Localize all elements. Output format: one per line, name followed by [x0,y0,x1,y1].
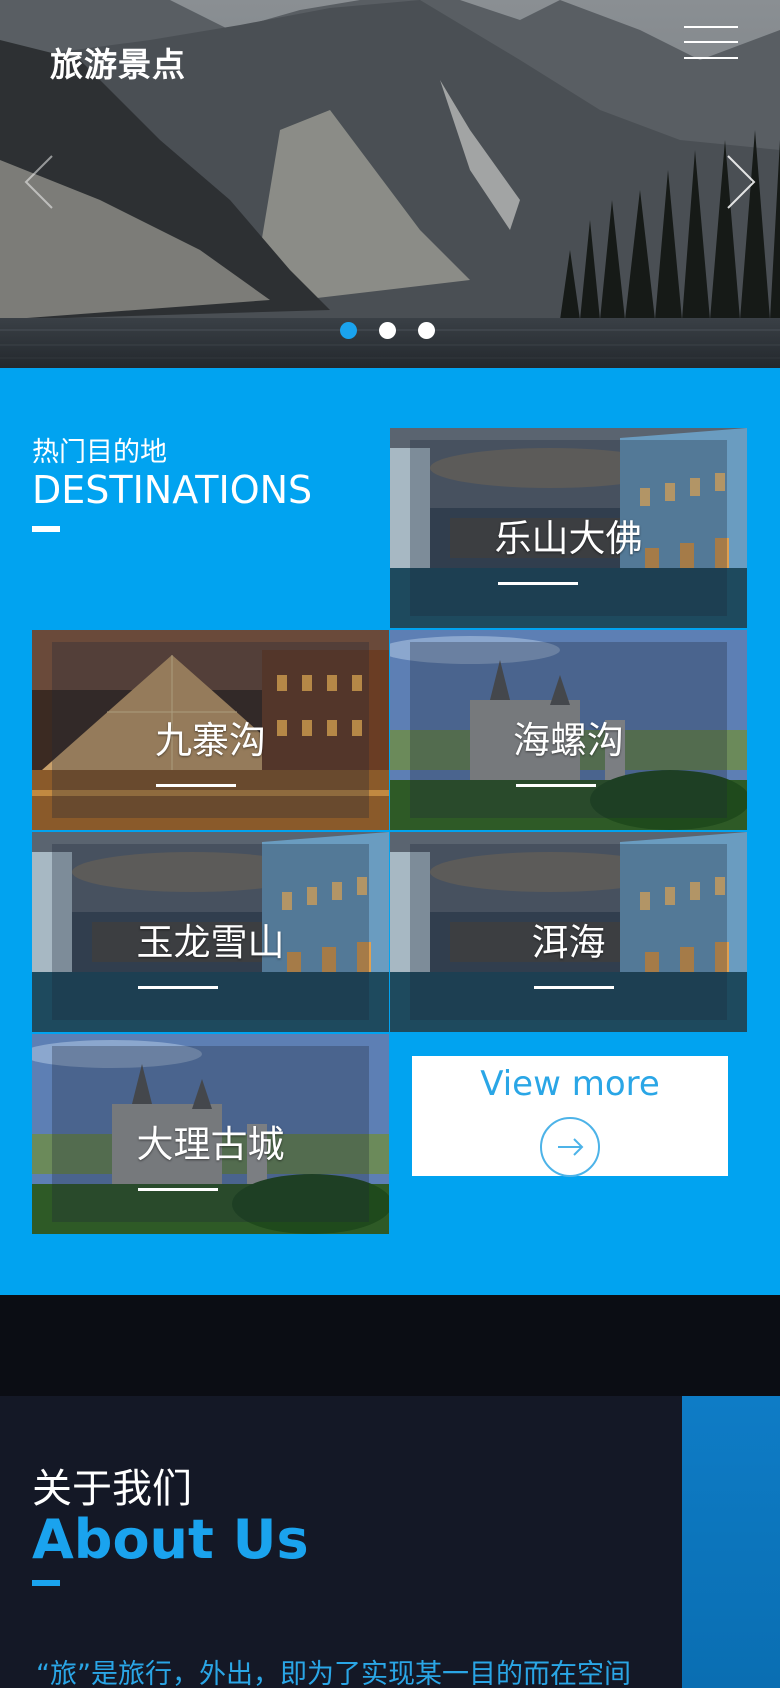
chevron-left-icon[interactable] [22,152,58,212]
hero-slider[interactable]: 旅游景点 [0,0,780,368]
view-more-button[interactable]: View more [412,1056,728,1177]
destinations-section: 热门目的地 DESTINATIONS 乐山大佛 九寨沟 海螺沟 玉龙雪山 洱海 … [0,368,780,1295]
arrow-right-icon [540,1117,600,1177]
view-more-label: View more [480,1064,660,1104]
destination-label: 乐山大佛 [494,517,643,560]
about-title-en: About Us [32,1508,309,1571]
destination-label: 九寨沟 [155,719,266,762]
slider-dots [340,322,435,342]
about-underline [32,1580,60,1586]
destination-card[interactable]: 洱海 [390,832,747,1032]
hamburger-menu-icon[interactable] [684,24,738,60]
slider-dot-1[interactable] [340,322,357,339]
destination-label: 大理古城 [136,1123,285,1166]
destination-card[interactable]: 玉龙雪山 [32,832,389,1032]
destination-label: 玉龙雪山 [136,921,285,964]
slider-dot-2[interactable] [379,322,396,339]
about-text: “旅”是旅行，外出，即为了实现某一目的而在空间 [36,1659,631,1688]
about-side-image [682,1396,780,1688]
destination-label: 海螺沟 [513,719,624,762]
destinations-title-en: DESTINATIONS [32,468,313,512]
title-underline [32,526,60,532]
section-divider [0,1295,780,1396]
destination-card[interactable]: 大理古城 [32,1034,389,1234]
page: 旅游景点 热门目的地 DESTINATIONS 乐山大佛 九寨沟 海螺沟 玉龙雪… [0,0,780,1688]
destinations-title-zh: 热门目的地 [32,437,167,468]
destination-card[interactable]: 海螺沟 [390,630,747,830]
slider-dot-3[interactable] [418,322,435,339]
destination-card[interactable]: 乐山大佛 [390,428,747,628]
destination-card[interactable]: 九寨沟 [32,630,389,830]
destination-label: 洱海 [531,921,606,964]
chevron-right-icon[interactable] [722,152,758,212]
site-logo[interactable]: 旅游景点 [50,38,186,86]
about-section: 关于我们 About Us “旅”是旅行，外出，即为了实现某一目的而在空间 [0,1396,780,1688]
about-title-zh: 关于我们 [32,1466,192,1512]
